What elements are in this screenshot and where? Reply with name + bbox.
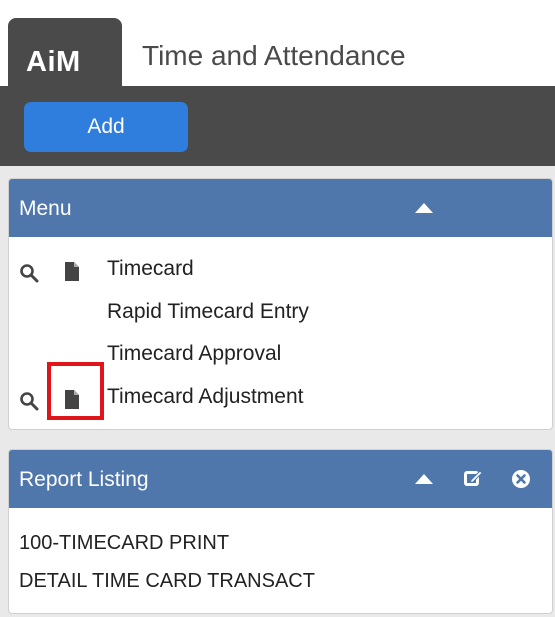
- menu-item-label[interactable]: Timecard Approval: [107, 342, 281, 366]
- edit-icon[interactable]: [463, 468, 483, 488]
- menu-item-label[interactable]: Timecard Adjustment: [107, 385, 303, 409]
- report-panel-header: Report Listing: [9, 450, 552, 508]
- document-icon[interactable]: [64, 389, 80, 410]
- search-icon[interactable]: [19, 263, 39, 283]
- report-panel-title: Report Listing: [19, 468, 149, 491]
- report-listing-panel: Report Listing 100-TIMECARD PRINT DETAIL…: [8, 449, 553, 614]
- menu-panel: Menu Timecard Rapid Timecard Entry Timec…: [8, 178, 553, 430]
- menu-panel-header: Menu: [9, 179, 552, 237]
- close-icon[interactable]: [511, 469, 531, 489]
- menu-item-timecard-adjustment: Timecard Adjustment: [9, 379, 552, 419]
- menu-item-rapid-timecard-entry: Rapid Timecard Entry: [9, 294, 552, 334]
- top-strip: [0, 0, 555, 8]
- menu-item-label[interactable]: Rapid Timecard Entry: [107, 300, 309, 324]
- aim-logo-tab[interactable]: AiM: [8, 18, 122, 94]
- search-icon[interactable]: [19, 391, 39, 411]
- report-item[interactable]: DETAIL TIME CARD TRANSACT: [19, 570, 315, 593]
- aim-logo-text: AiM: [26, 46, 81, 78]
- add-button[interactable]: Add: [24, 102, 188, 152]
- menu-item-label[interactable]: Timecard: [107, 257, 194, 281]
- toolbar: Add: [0, 86, 555, 166]
- app-title: Time and Attendance: [142, 40, 406, 71]
- collapse-arrow-icon[interactable]: [415, 474, 433, 484]
- collapse-arrow-icon[interactable]: [415, 203, 433, 213]
- document-icon[interactable]: [64, 261, 80, 282]
- app-header: AiM Time and Attendance: [0, 8, 555, 94]
- report-item[interactable]: 100-TIMECARD PRINT: [19, 532, 229, 555]
- menu-panel-title: Menu: [19, 197, 72, 220]
- menu-item-timecard-approval: Timecard Approval: [9, 336, 552, 376]
- menu-item-timecard: Timecard: [9, 251, 552, 291]
